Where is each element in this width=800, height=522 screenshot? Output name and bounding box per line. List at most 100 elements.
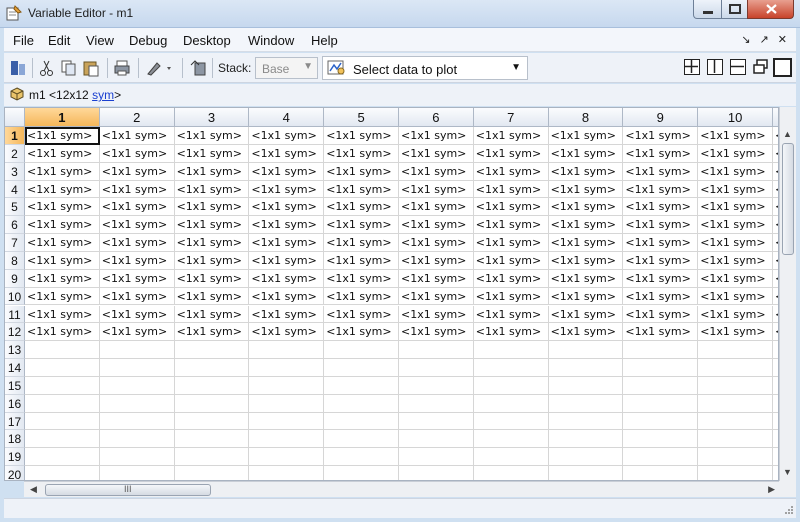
resize-grip-icon[interactable] xyxy=(784,505,794,515)
grid-cell[interactable] xyxy=(249,448,325,467)
grid-cell[interactable]: <1x1 sym> xyxy=(623,305,699,324)
menu-view[interactable]: View xyxy=(86,33,114,48)
row-header[interactable]: 4 xyxy=(5,180,25,199)
grid-cell[interactable]: <1x1 sym> xyxy=(473,180,549,199)
menu-desktop[interactable]: Desktop xyxy=(183,33,231,48)
grid-cell[interactable] xyxy=(249,412,325,431)
menu-debug[interactable]: Debug xyxy=(129,33,167,48)
grid-cell[interactable] xyxy=(99,430,175,449)
grid-cell[interactable] xyxy=(399,376,474,395)
grid-cell[interactable] xyxy=(399,430,474,449)
grid-cell[interactable] xyxy=(698,466,773,480)
grid-cell[interactable]: <1x1 sym> xyxy=(324,269,399,288)
grid-cell[interactable]: <1x1 sym> xyxy=(99,198,175,217)
class-link[interactable]: sym xyxy=(92,88,114,102)
grid-cell[interactable]: <1x1 sym> xyxy=(623,198,699,217)
grid-cell[interactable]: <1x1 sym> xyxy=(174,216,250,235)
grid-cell[interactable]: <1x1 sym> xyxy=(324,162,399,181)
grid-cell[interactable]: <1x1 sym> xyxy=(249,269,325,288)
grid-cell[interactable] xyxy=(548,341,624,360)
grid-cell[interactable] xyxy=(473,412,549,431)
grid-cell[interactable]: <1x1 sym> xyxy=(99,216,175,235)
grid-cell[interactable]: <1x1 sym> xyxy=(249,323,325,342)
column-header[interactable]: 9 xyxy=(623,108,699,127)
column-header[interactable]: 1 xyxy=(25,108,100,127)
grid-cell[interactable]: <1x1 sym> xyxy=(249,216,325,235)
grid-cell[interactable]: <1x1 sym> xyxy=(473,198,549,217)
grid-cell[interactable]: <1x1 sym> xyxy=(324,305,399,324)
grid-cell[interactable] xyxy=(249,394,325,413)
grid-cell[interactable]: <1x1 sym> xyxy=(25,180,100,199)
row-header[interactable]: 11 xyxy=(5,305,25,324)
minimize-button[interactable] xyxy=(693,0,722,19)
grid-cell[interactable] xyxy=(249,430,325,449)
row-header[interactable]: 7 xyxy=(5,234,25,252)
row-header[interactable]: 13 xyxy=(5,341,25,360)
maximize-button[interactable] xyxy=(721,0,748,19)
row-header[interactable]: 2 xyxy=(5,144,25,163)
grid-cell[interactable]: <1x1 sym> xyxy=(698,198,773,217)
cut-icon[interactable] xyxy=(38,59,56,77)
vertical-scrollbar[interactable]: ▲ ▼ xyxy=(779,107,796,481)
vertical-scroll-thumb[interactable] xyxy=(782,143,794,255)
grid-cell[interactable]: <1x1 sym> xyxy=(324,234,399,252)
grid-cell[interactable]: <1x1 sym> xyxy=(249,234,325,252)
grid-cell[interactable]: <1x1 sym> xyxy=(99,127,175,145)
grid-cell[interactable]: <1x1 sym> xyxy=(698,162,773,181)
grid-cell[interactable]: <1x1 sym> xyxy=(623,162,699,181)
grid-cell[interactable] xyxy=(623,412,699,431)
grid-cell[interactable] xyxy=(25,412,100,431)
grid-cell[interactable]: <1x1 sym> xyxy=(698,323,773,342)
grid-cell[interactable] xyxy=(324,376,399,395)
grid-cell[interactable] xyxy=(249,359,325,377)
grid-cell[interactable] xyxy=(99,359,175,377)
grid-cell[interactable]: <1x1 sym> xyxy=(99,162,175,181)
row-header[interactable]: 3 xyxy=(5,162,25,181)
grid-cell[interactable] xyxy=(623,394,699,413)
grid-cell[interactable] xyxy=(548,448,624,467)
grid-cell[interactable] xyxy=(324,412,399,431)
menu-window[interactable]: Window xyxy=(248,33,294,48)
grid-cell[interactable] xyxy=(25,394,100,413)
grid-cell[interactable]: <1x1 sym> xyxy=(174,127,250,145)
grid-cell[interactable]: <1x1 sym> xyxy=(324,323,399,342)
grid-cell[interactable]: <1x1 sym> xyxy=(399,269,474,288)
grid-cell[interactable]: <1x1 sym> xyxy=(399,287,474,306)
grid-cell[interactable] xyxy=(25,466,100,480)
grid-cell[interactable] xyxy=(698,448,773,467)
brush-icon[interactable] xyxy=(145,59,175,77)
grid-cell[interactable]: <1x1 sym> xyxy=(473,234,549,252)
grid-cell[interactable]: <1x1 sym> xyxy=(698,234,773,252)
grid-cell[interactable]: <1x1 sym> xyxy=(25,162,100,181)
grid-cell[interactable]: <1x1 sym> xyxy=(249,198,325,217)
grid-cell[interactable]: <1x1 sym> xyxy=(399,234,474,252)
grid-cell[interactable]: <1x1 sym> xyxy=(399,198,474,217)
grid-cell[interactable] xyxy=(175,466,250,480)
grid-cell[interactable]: <1x1 sym> xyxy=(473,305,549,324)
grid-cell[interactable]: <1x1 sym> xyxy=(99,287,175,306)
row-header[interactable]: 20 xyxy=(5,466,25,480)
grid-cell[interactable]: <1x1 sym> xyxy=(324,287,399,306)
grid-cell[interactable]: <1x1 sym> xyxy=(399,162,474,181)
grid-cell[interactable]: <1x1 sym> xyxy=(324,216,399,235)
grid-cell[interactable]: <1x1 sym> xyxy=(174,144,250,163)
grid-cell[interactable] xyxy=(99,448,175,467)
grid-cell[interactable] xyxy=(473,394,549,413)
row-header[interactable]: 5 xyxy=(5,198,25,217)
grid-cell[interactable] xyxy=(399,412,474,431)
grid-cell[interactable] xyxy=(698,412,773,431)
grid-cell[interactable]: <1x1 sym> xyxy=(249,180,325,199)
grid-cell[interactable]: <1x1 sym> xyxy=(399,127,474,145)
grid-cell[interactable]: <1x1 sym> xyxy=(548,162,624,181)
grid-cell[interactable]: <1x1 sym> xyxy=(99,305,175,324)
grid-cell[interactable]: <1x1 sym> xyxy=(25,323,100,342)
top-bottom-layout-icon[interactable] xyxy=(730,59,746,75)
grid-cell[interactable]: <1x1 sym> xyxy=(99,269,175,288)
grid-cell[interactable]: <1x1 sym> xyxy=(473,287,549,306)
grid-cell[interactable]: <1x1 sym> xyxy=(473,251,549,270)
grid-cell[interactable] xyxy=(698,394,773,413)
grid-cell[interactable] xyxy=(249,341,325,360)
grid-cell[interactable] xyxy=(548,376,624,395)
grid-cell[interactable]: <1x1 sym> xyxy=(698,287,773,306)
grid-cell[interactable] xyxy=(324,394,399,413)
